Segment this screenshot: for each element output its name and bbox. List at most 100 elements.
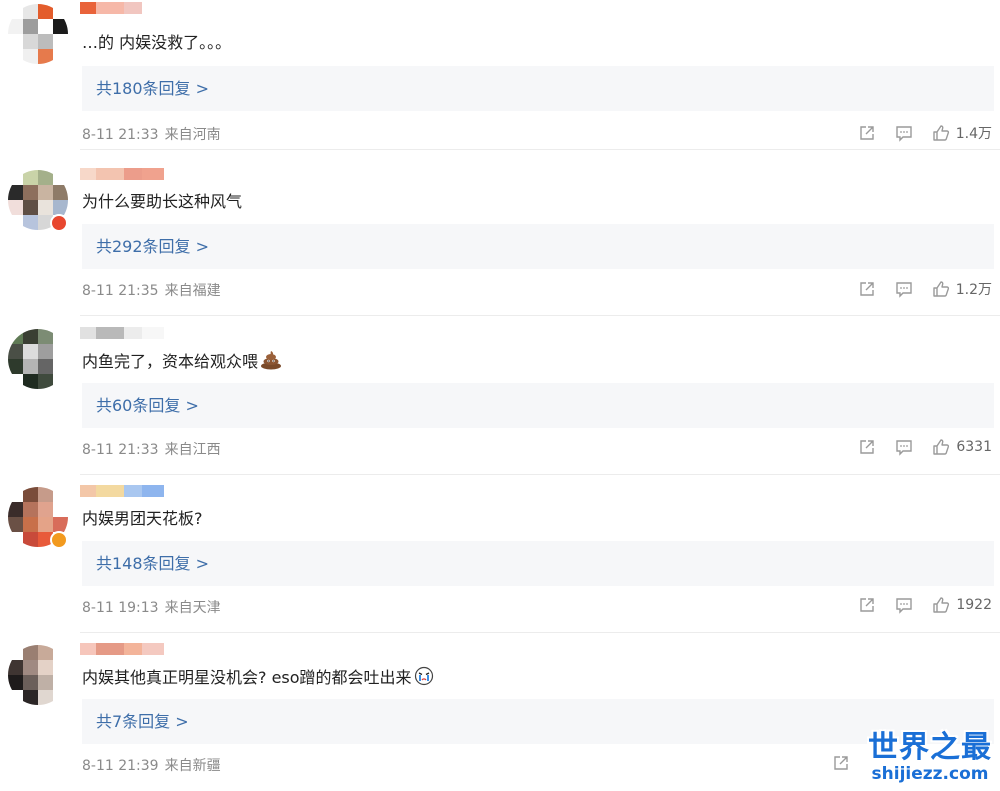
avatar-mosaic-tile — [8, 532, 23, 547]
thumbs-up-icon — [933, 281, 949, 297]
avatar-mosaic-tile — [38, 170, 53, 185]
verified-badge-icon — [50, 214, 68, 232]
username-mosaic-tile — [142, 327, 164, 339]
avatar-mosaic-tile — [8, 329, 23, 344]
view-replies-button[interactable]: 共148条回复 > — [82, 541, 994, 586]
avatar-mosaic-tile — [23, 34, 38, 49]
username-mosaic-tile — [80, 327, 96, 339]
view-replies-button[interactable]: 共292条回复 > — [82, 224, 994, 269]
comment-icon[interactable] — [895, 438, 913, 456]
avatar-mosaic-tile — [53, 170, 68, 185]
like-button[interactable]: 6331 — [932, 438, 992, 456]
comment-meta: 8-11 21:39 来自新疆 — [82, 755, 221, 775]
comment-meta: 8-11 21:35 来自福建 — [82, 280, 221, 300]
like-button[interactable]: 1.4万 — [932, 123, 992, 143]
share-icon[interactable] — [858, 124, 876, 142]
avatar-mosaic-tile — [23, 660, 38, 675]
view-replies-button[interactable]: 共60条回复 > — [82, 383, 994, 428]
avatar-mosaic-tile — [23, 215, 38, 230]
avatar-mosaic-tile — [38, 49, 53, 64]
avatar-mosaic-tile — [8, 487, 23, 502]
avatar-mosaic-tile — [53, 49, 68, 64]
avatar-mosaic-tile — [8, 215, 23, 230]
avatar-mosaic-tile — [23, 532, 38, 547]
username-mosaic-tile — [96, 327, 124, 339]
avatar-mosaic-tile — [23, 359, 38, 374]
username-redacted[interactable] — [80, 327, 260, 341]
comment-actions: 6331 — [839, 438, 992, 456]
avatar-mosaic-tile — [8, 502, 23, 517]
username-redacted[interactable] — [80, 168, 260, 182]
avatar-mosaic-tile — [23, 487, 38, 502]
comment-time: 8-11 21:33 — [82, 442, 159, 458]
comment-time: 8-11 19:13 — [82, 600, 159, 616]
avatar-mosaic-tile — [38, 487, 53, 502]
avatar-mosaic-tile — [38, 675, 53, 690]
username-mosaic-tile — [124, 643, 142, 655]
avatar-mosaic-tile — [53, 329, 68, 344]
comment-icon[interactable] — [895, 280, 913, 298]
avatar-mosaic-tile — [38, 34, 53, 49]
username-mosaic-tile — [142, 643, 164, 655]
username-mosaic-tile — [96, 485, 124, 497]
watermark-title: 世界之最 — [868, 730, 992, 765]
avatar-mosaic-tile — [38, 690, 53, 705]
comment-actions: 1.4万 — [839, 123, 992, 143]
avatar-mosaic-tile — [53, 185, 68, 200]
username-mosaic-tile — [124, 485, 142, 497]
username-redacted[interactable] — [80, 2, 260, 16]
share-icon[interactable] — [858, 596, 876, 614]
comment-text-content: 内娱其他真正明星没机会? eso蹭的都会吐出来 — [82, 668, 412, 687]
username-mosaic-tile — [96, 643, 124, 655]
avatar-mosaic-tile — [38, 660, 53, 675]
username-mosaic-tile — [124, 168, 142, 180]
share-icon[interactable] — [858, 438, 876, 456]
site-watermark: 世界之最 shijiezz.com — [866, 730, 994, 784]
comment-meta: 8-11 21:33 来自江西 — [82, 439, 221, 459]
avatar[interactable] — [8, 4, 68, 64]
avatar-mosaic-tile — [8, 200, 23, 215]
divider — [80, 149, 1000, 150]
avatar-mosaic-tile — [53, 19, 68, 34]
avatar-mosaic-tile — [23, 329, 38, 344]
avatar-mosaic-tile — [23, 675, 38, 690]
view-replies-button[interactable]: 共180条回复 > — [82, 66, 994, 111]
share-icon[interactable] — [858, 280, 876, 298]
avatar-mosaic-tile — [23, 645, 38, 660]
comment-text-content: 内鱼完了，资本给观众喂 — [82, 352, 259, 371]
comment-location: 来自江西 — [164, 442, 221, 458]
username-mosaic-tile — [80, 168, 96, 180]
avatar-mosaic-tile — [8, 34, 23, 49]
avatar-mosaic-tile — [23, 502, 38, 517]
like-button[interactable]: 1922 — [932, 596, 992, 614]
comment-text-content: 为什么要助长这种风气 — [82, 192, 243, 211]
avatar-mosaic-tile — [38, 19, 53, 34]
comment-meta: 8-11 19:13 来自天津 — [82, 597, 221, 617]
like-button[interactable]: 1.2万 — [932, 279, 992, 299]
avatar-mosaic-tile — [8, 645, 23, 660]
avatar-mosaic-tile — [23, 344, 38, 359]
avatar-mosaic-tile — [8, 185, 23, 200]
avatar-mosaic-tile — [8, 660, 23, 675]
avatar-mosaic-tile — [38, 359, 53, 374]
avatar-mosaic-tile — [8, 359, 23, 374]
comment-location: 来自河南 — [164, 127, 221, 143]
username-mosaic-tile — [142, 2, 164, 14]
comment-icon[interactable] — [895, 124, 913, 142]
avatar[interactable] — [8, 329, 68, 389]
avatar-mosaic-tile — [38, 502, 53, 517]
avatar-mosaic-tile — [53, 374, 68, 389]
username-redacted[interactable] — [80, 643, 260, 657]
avatar-mosaic-tile — [38, 374, 53, 389]
avatar-mosaic-tile — [53, 487, 68, 502]
comment-icon[interactable] — [895, 596, 913, 614]
comment-text: …的 内娱没救了。。。 — [82, 32, 231, 54]
verified-badge-icon — [50, 531, 68, 549]
avatar-mosaic-tile — [38, 645, 53, 660]
avatar[interactable] — [8, 645, 68, 705]
username-redacted[interactable] — [80, 485, 260, 499]
view-replies-button[interactable]: 共7条回复 > — [82, 699, 994, 744]
avatar-mosaic-tile — [23, 49, 38, 64]
share-icon[interactable] — [832, 754, 850, 772]
comment-text: 内鱼完了，资本给观众喂 — [82, 350, 282, 373]
